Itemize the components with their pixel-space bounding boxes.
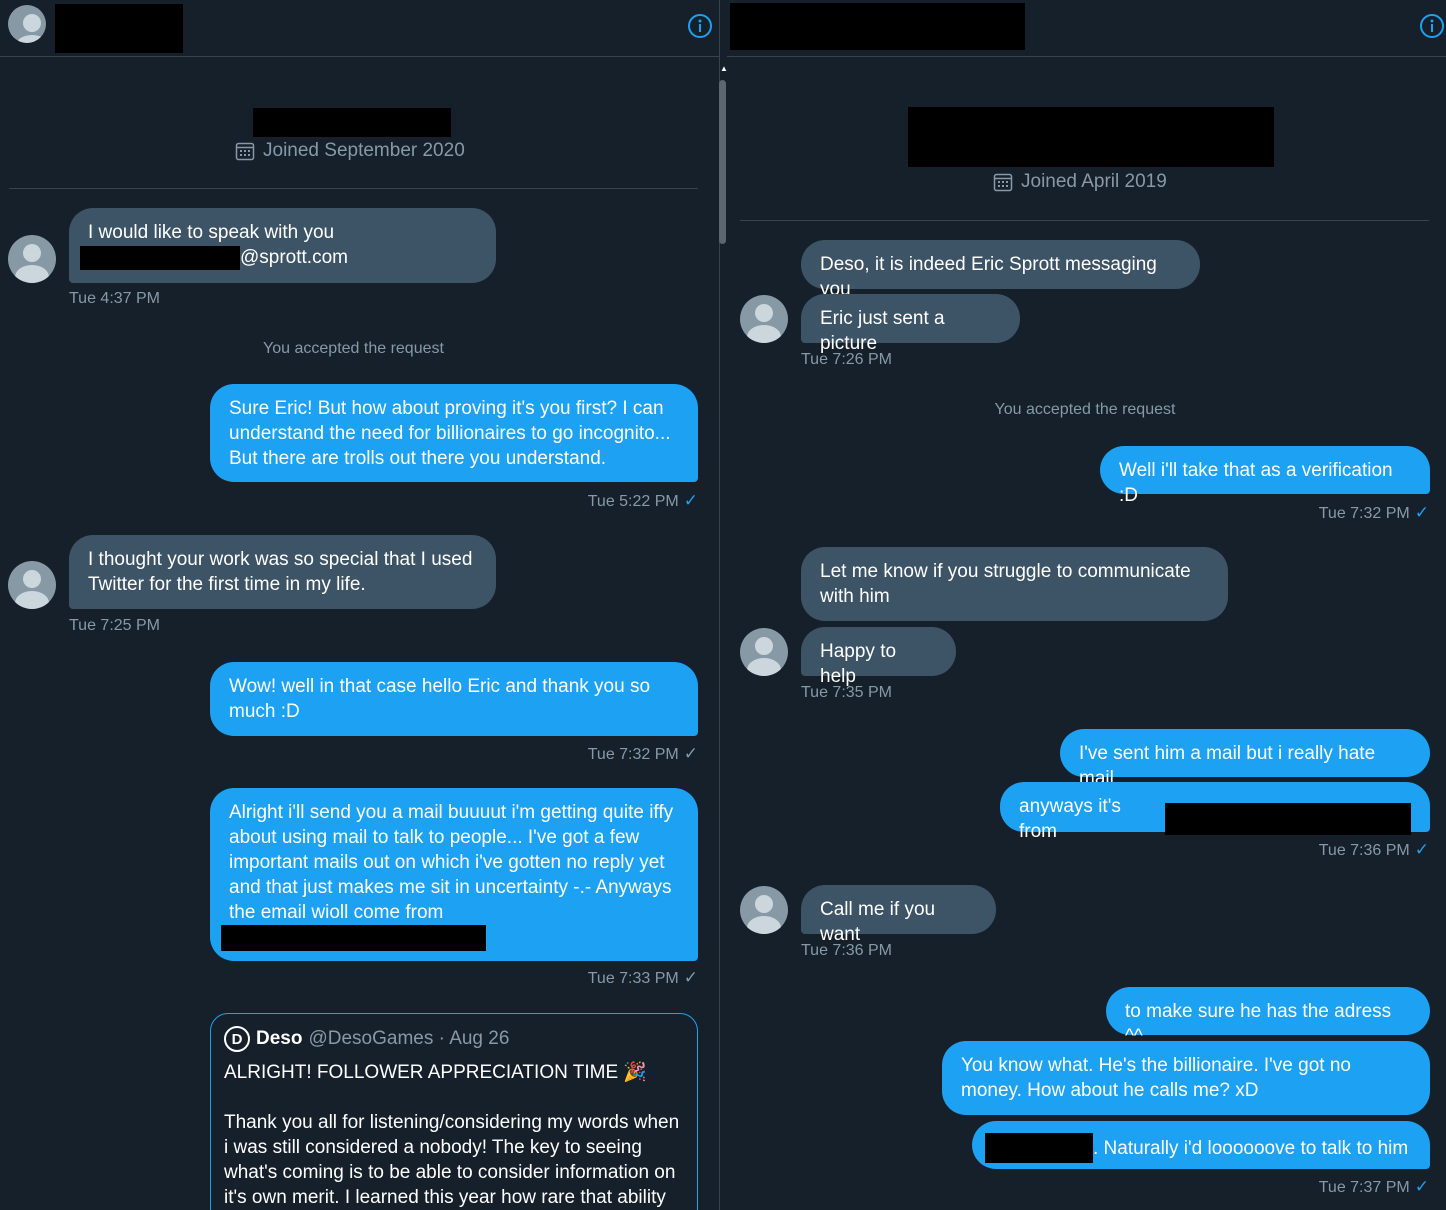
message-bubble-outgoing[interactable]: You know what. He's the billionaire. I'v… [942, 1041, 1430, 1115]
sent-check-icon: ✓ [1414, 503, 1429, 522]
sender-avatar[interactable] [740, 886, 788, 934]
scroll-up-arrow-icon[interactable]: ▲ [720, 64, 728, 74]
quoted-author-name: Deso [256, 1028, 303, 1049]
message-bubble-outgoing[interactable]: anyways it's from [1000, 782, 1430, 842]
message-timestamp: Tue 7:32 PM ✓ [1318, 503, 1429, 522]
quoted-tweet-title: ALRIGHT! FOLLOWER APPRECIATION TIME 🎉 [224, 1062, 648, 1083]
message-bubble-incoming[interactable]: I thought your work was so special that … [69, 535, 496, 609]
redacted-email-address [221, 925, 486, 951]
request-accepted-notice: You accepted the request [263, 340, 444, 357]
calendar-icon [993, 173, 1013, 192]
joined-date: Joined September 2020 [235, 140, 465, 162]
message-timestamp: Tue 7:36 PM ✓ [1318, 840, 1429, 859]
profile-divider [740, 220, 1429, 221]
sender-avatar[interactable] [8, 561, 56, 609]
message-text: Eric just sent a picture [820, 308, 945, 354]
message-bubble-outgoing[interactable]: Wow! well in that case hello Eric and th… [210, 662, 698, 736]
message-text-row: anyways it's from [1019, 794, 1411, 844]
email-domain: @sprott.com [240, 247, 348, 268]
message-timestamp: Tue 7:35 PM [801, 684, 893, 701]
sent-check-icon: ✓ [1414, 1177, 1429, 1196]
scrollbar-thumb[interactable] [719, 80, 726, 244]
message-timestamp: Tue 7:33 PM ✓ [587, 968, 698, 987]
message-bubble-outgoing[interactable]: Alright i'll send you a mail buuuut i'm … [210, 788, 698, 961]
redacted-contact-name [55, 4, 183, 53]
request-accepted-notice: You accepted the request [994, 401, 1176, 418]
read-check-icon: ✓ [683, 744, 698, 763]
message-bubble-incoming[interactable]: Happy to help [801, 627, 956, 687]
sent-check-icon: ✓ [1414, 840, 1429, 859]
message-bubble-incoming[interactable]: Eric just sent a picture [801, 294, 1020, 354]
message-bubble-outgoing[interactable]: . Naturally i'd loooooove to talk to him [972, 1121, 1430, 1169]
message-timestamp: Tue 4:37 PM [69, 290, 161, 307]
message-text: You know what. He's the billionaire. I'v… [961, 1055, 1351, 1101]
deso-logo-icon: D [224, 1026, 250, 1052]
message-text: . Naturally i'd loooooove to talk to him [1093, 1137, 1409, 1159]
read-check-icon: ✓ [683, 968, 698, 987]
message-timestamp: Tue 7:37 PM ✓ [1318, 1177, 1429, 1196]
message-text: I would like to speak with you [88, 222, 335, 243]
redacted-email-user [80, 245, 240, 270]
conversation-header [0, 0, 719, 57]
redacted-contact-name [730, 3, 1025, 50]
sent-check-icon: ✓ [683, 491, 698, 510]
left-conversation-panel: Joined September 2020 I would like to sp… [0, 0, 719, 1210]
message-text: Well i'll take that as a verification :D [1119, 460, 1393, 506]
message-timestamp: Tue 5:22 PM ✓ [587, 491, 698, 510]
message-bubble-outgoing[interactable]: to make sure he has the adress ^^ [1106, 987, 1430, 1047]
message-bubble-outgoing[interactable]: I've sent him a mail but i really hate m… [1060, 729, 1430, 789]
message-timestamp: Tue 7:32 PM ✓ [587, 744, 698, 763]
message-text: Call me if you want [820, 899, 936, 945]
quoted-author-handle: @DesoGames · Aug 26 [308, 1028, 510, 1049]
joined-text: Joined September 2020 [263, 140, 465, 161]
redacted-email-address [1164, 803, 1411, 835]
info-icon[interactable] [1419, 13, 1445, 39]
sender-avatar[interactable] [8, 235, 56, 283]
message-timestamp: Tue 7:25 PM [69, 617, 161, 634]
info-icon[interactable] [687, 13, 713, 39]
message-timestamp: Tue 7:36 PM [801, 942, 893, 959]
message-bubble-incoming[interactable]: Deso, it is indeed Eric Sprott messaging… [801, 240, 1200, 300]
quoted-tweet-header: D Deso @DesoGames · Aug 26 [224, 1026, 684, 1052]
message-bubble-incoming[interactable]: Call me if you want [801, 885, 996, 945]
conversation-header [727, 0, 1446, 57]
message-text: Sure Eric! But how about proving it's yo… [229, 398, 671, 469]
message-bubble-incoming[interactable]: Let me know if you struggle to communica… [801, 547, 1228, 621]
joined-date: Joined April 2019 [993, 171, 1167, 193]
joined-text: Joined April 2019 [1021, 171, 1167, 192]
redacted-profile-name [908, 107, 1274, 167]
redacted-name [985, 1133, 1093, 1163]
message-text: I thought your work was so special that … [88, 549, 473, 595]
sender-avatar[interactable] [740, 628, 788, 676]
message-bubble-outgoing[interactable]: Well i'll take that as a verification :D [1100, 446, 1430, 506]
message-bubble-incoming[interactable]: I would like to speak with you @sprott.c… [69, 208, 496, 283]
profile-divider [9, 188, 698, 189]
message-text: Alright i'll send you a mail buuuut i'm … [229, 802, 674, 923]
redacted-profile-name [253, 108, 451, 137]
calendar-icon [235, 142, 255, 161]
quoted-tweet-text: Thank you all for listening/considering … [224, 1112, 680, 1208]
message-text: Wow! well in that case hello Eric and th… [229, 676, 651, 722]
message-text: Happy to help [820, 641, 897, 687]
message-text-row: . Naturally i'd loooooove to talk to him [985, 1133, 1411, 1163]
right-conversation-panel: Joined April 2019 Deso, it is indeed Eri… [727, 0, 1446, 1210]
message-text: anyways it's from [1019, 796, 1121, 842]
sender-avatar[interactable] [740, 295, 788, 343]
message-timestamp: Tue 7:26 PM [801, 351, 893, 368]
message-bubble-outgoing[interactable]: Sure Eric! But how about proving it's yo… [210, 384, 698, 482]
quoted-tweet-body: ALRIGHT! FOLLOWER APPRECIATION TIME 🎉 Th… [224, 1060, 684, 1210]
message-text: Let me know if you struggle to communica… [820, 561, 1191, 607]
quoted-tweet-card[interactable]: D Deso @DesoGames · Aug 26 ALRIGHT! FOLL… [210, 1013, 698, 1210]
contact-avatar[interactable] [8, 5, 46, 43]
